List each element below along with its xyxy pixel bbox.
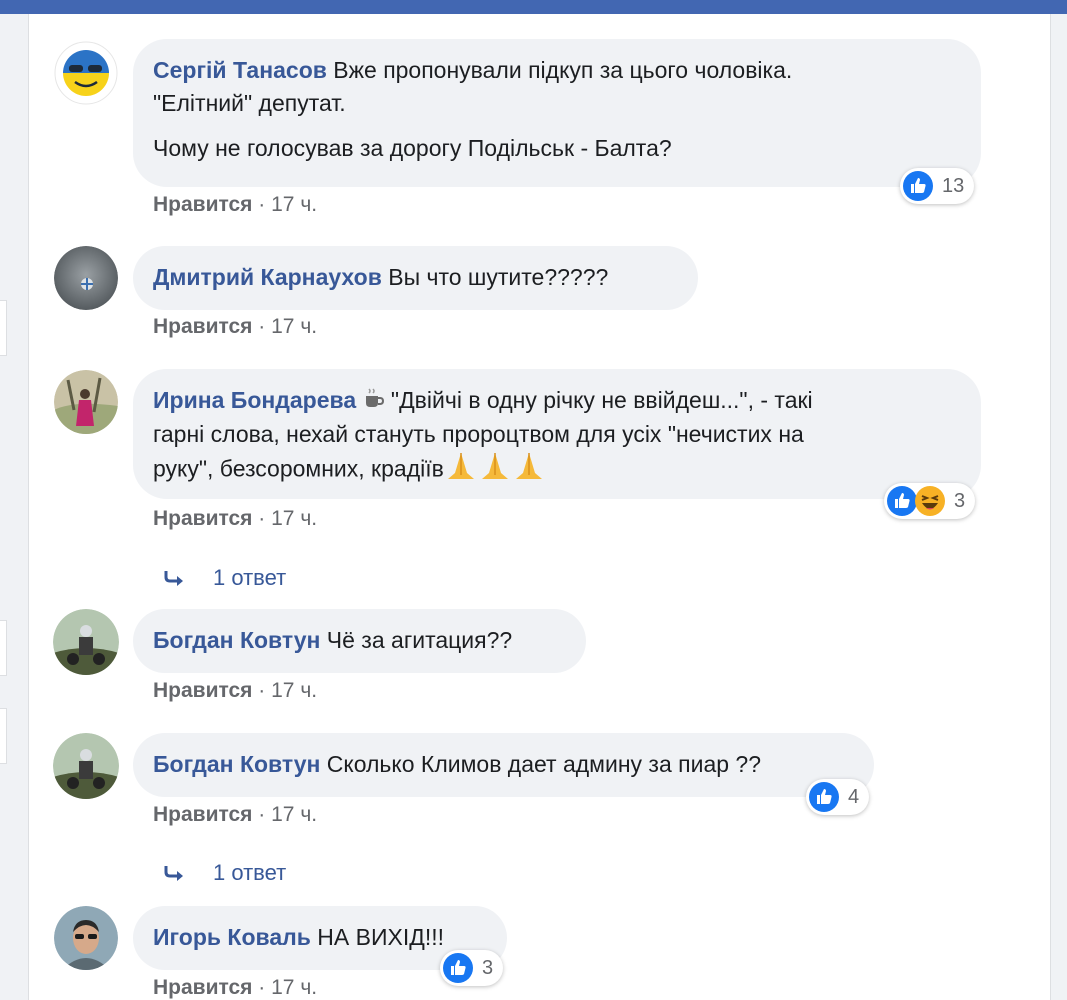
timestamp[interactable]: 17 ч. — [271, 976, 317, 999]
comment-bubble: Богдан Ковтун Сколько Климов дает админу… — [133, 733, 874, 797]
replies-count-label: 1 ответ — [213, 565, 287, 590]
like-link[interactable]: Нравится — [153, 193, 252, 216]
comment-author[interactable]: Игорь Коваль — [153, 924, 311, 950]
like-reaction-icon — [903, 171, 933, 201]
reaction-count: 4 — [848, 785, 860, 808]
comment-author[interactable]: Дмитрий Карнаухов — [153, 264, 382, 290]
like-link[interactable]: Нравится — [153, 803, 252, 826]
view-replies-link[interactable]: 1 ответ — [163, 565, 286, 591]
timestamp[interactable]: 17 ч. — [271, 803, 317, 826]
left-edge-tab — [0, 708, 7, 764]
haha-reaction-icon — [915, 486, 945, 516]
comment-text: Чё за агитация?? — [326, 627, 513, 653]
folded-hands-icon — [512, 451, 546, 490]
comment-text: Вже пропонували підкуп за цього чоловіка… — [333, 57, 793, 83]
separator: · — [258, 976, 266, 999]
comment-meta: Нравится · 17 ч. — [153, 679, 317, 703]
avatar[interactable] — [53, 40, 119, 106]
like-reaction-icon — [443, 953, 473, 983]
comment-text: "Двійчі в одну річку не ввійдеш...", - т… — [390, 387, 813, 413]
avatar[interactable] — [54, 370, 118, 434]
reaction-count: 13 — [942, 174, 965, 197]
comment-text: Чому не голосував за дорогу Подільськ - … — [153, 135, 672, 161]
comment-bubble: Сергій Танасов Вже пропонували підкуп за… — [133, 39, 981, 187]
avatar[interactable] — [54, 906, 118, 970]
comment-author[interactable]: Богдан Ковтун — [153, 627, 320, 653]
folded-hands-icon — [444, 451, 478, 490]
view-replies-link[interactable]: 1 ответ — [163, 860, 286, 886]
left-edge-tab — [0, 300, 7, 356]
top-bar — [0, 0, 1067, 14]
timestamp[interactable]: 17 ч. — [271, 193, 317, 216]
separator: · — [258, 193, 266, 216]
separator: · — [258, 315, 266, 338]
comment-text: Сколько Климов дает админу за пиар ?? — [326, 751, 762, 777]
timestamp[interactable]: 17 ч. — [271, 315, 317, 338]
comment-text: гарні слова, нехай стануть пророцтвом дл… — [153, 421, 804, 448]
comment-text: руку", безсоромних, крадіїв — [153, 456, 444, 482]
reactions-badge[interactable]: 3 — [440, 950, 504, 986]
reply-arrow-icon — [163, 863, 187, 883]
comment-bubble: Ирина Бондарева "Двійчі в одну річку не … — [133, 369, 981, 499]
comment-text: Вы что шутите????? — [388, 264, 609, 290]
like-link[interactable]: Нравится — [153, 976, 252, 999]
avatar[interactable] — [53, 733, 119, 799]
reply-arrow-icon — [163, 568, 187, 588]
avatar[interactable] — [54, 246, 118, 310]
reaction-count: 3 — [954, 489, 966, 512]
reactions-badge[interactable]: 13 — [900, 168, 975, 204]
folded-hands-icon — [478, 451, 512, 490]
comment-author[interactable]: Ирина Бондарева — [153, 387, 356, 413]
like-link[interactable]: Нравится — [153, 679, 252, 702]
comment-text: "Елітний" депутат. — [153, 90, 346, 116]
comment-meta: Нравится · 17 ч. — [153, 803, 317, 827]
reactions-badge[interactable]: 3 — [884, 483, 976, 519]
like-reaction-icon — [809, 782, 839, 812]
reaction-count: 3 — [482, 956, 494, 979]
separator: · — [258, 679, 266, 702]
comment-author[interactable]: Богдан Ковтун — [153, 751, 320, 777]
like-link[interactable]: Нравится — [153, 315, 252, 338]
comment-meta: Нравится · 17 ч. — [153, 315, 317, 339]
comment-author[interactable]: Сергій Танасов — [153, 57, 327, 83]
timestamp[interactable]: 17 ч. — [271, 507, 317, 530]
comment-meta: Нравится · 17 ч. — [153, 193, 317, 217]
timestamp[interactable]: 17 ч. — [271, 679, 317, 702]
separator: · — [258, 803, 266, 826]
avatar[interactable] — [53, 609, 119, 675]
separator: · — [258, 507, 266, 530]
comment-meta: Нравится · 17 ч. — [153, 976, 317, 1000]
hot-beverage-icon — [363, 385, 385, 418]
reactions-badge[interactable]: 4 — [806, 779, 870, 815]
comment-bubble: Богдан Ковтун Чё за агитация?? — [133, 609, 586, 673]
like-reaction-icon — [887, 486, 917, 516]
like-link[interactable]: Нравится — [153, 507, 252, 530]
left-edge-tab — [0, 620, 7, 676]
comment-text: НА ВИХІД!!! — [317, 924, 444, 950]
comment-bubble: Дмитрий Карнаухов Вы что шутите????? — [133, 246, 698, 310]
comment-meta: Нравится · 17 ч. — [153, 507, 317, 531]
replies-count-label: 1 ответ — [213, 860, 287, 885]
